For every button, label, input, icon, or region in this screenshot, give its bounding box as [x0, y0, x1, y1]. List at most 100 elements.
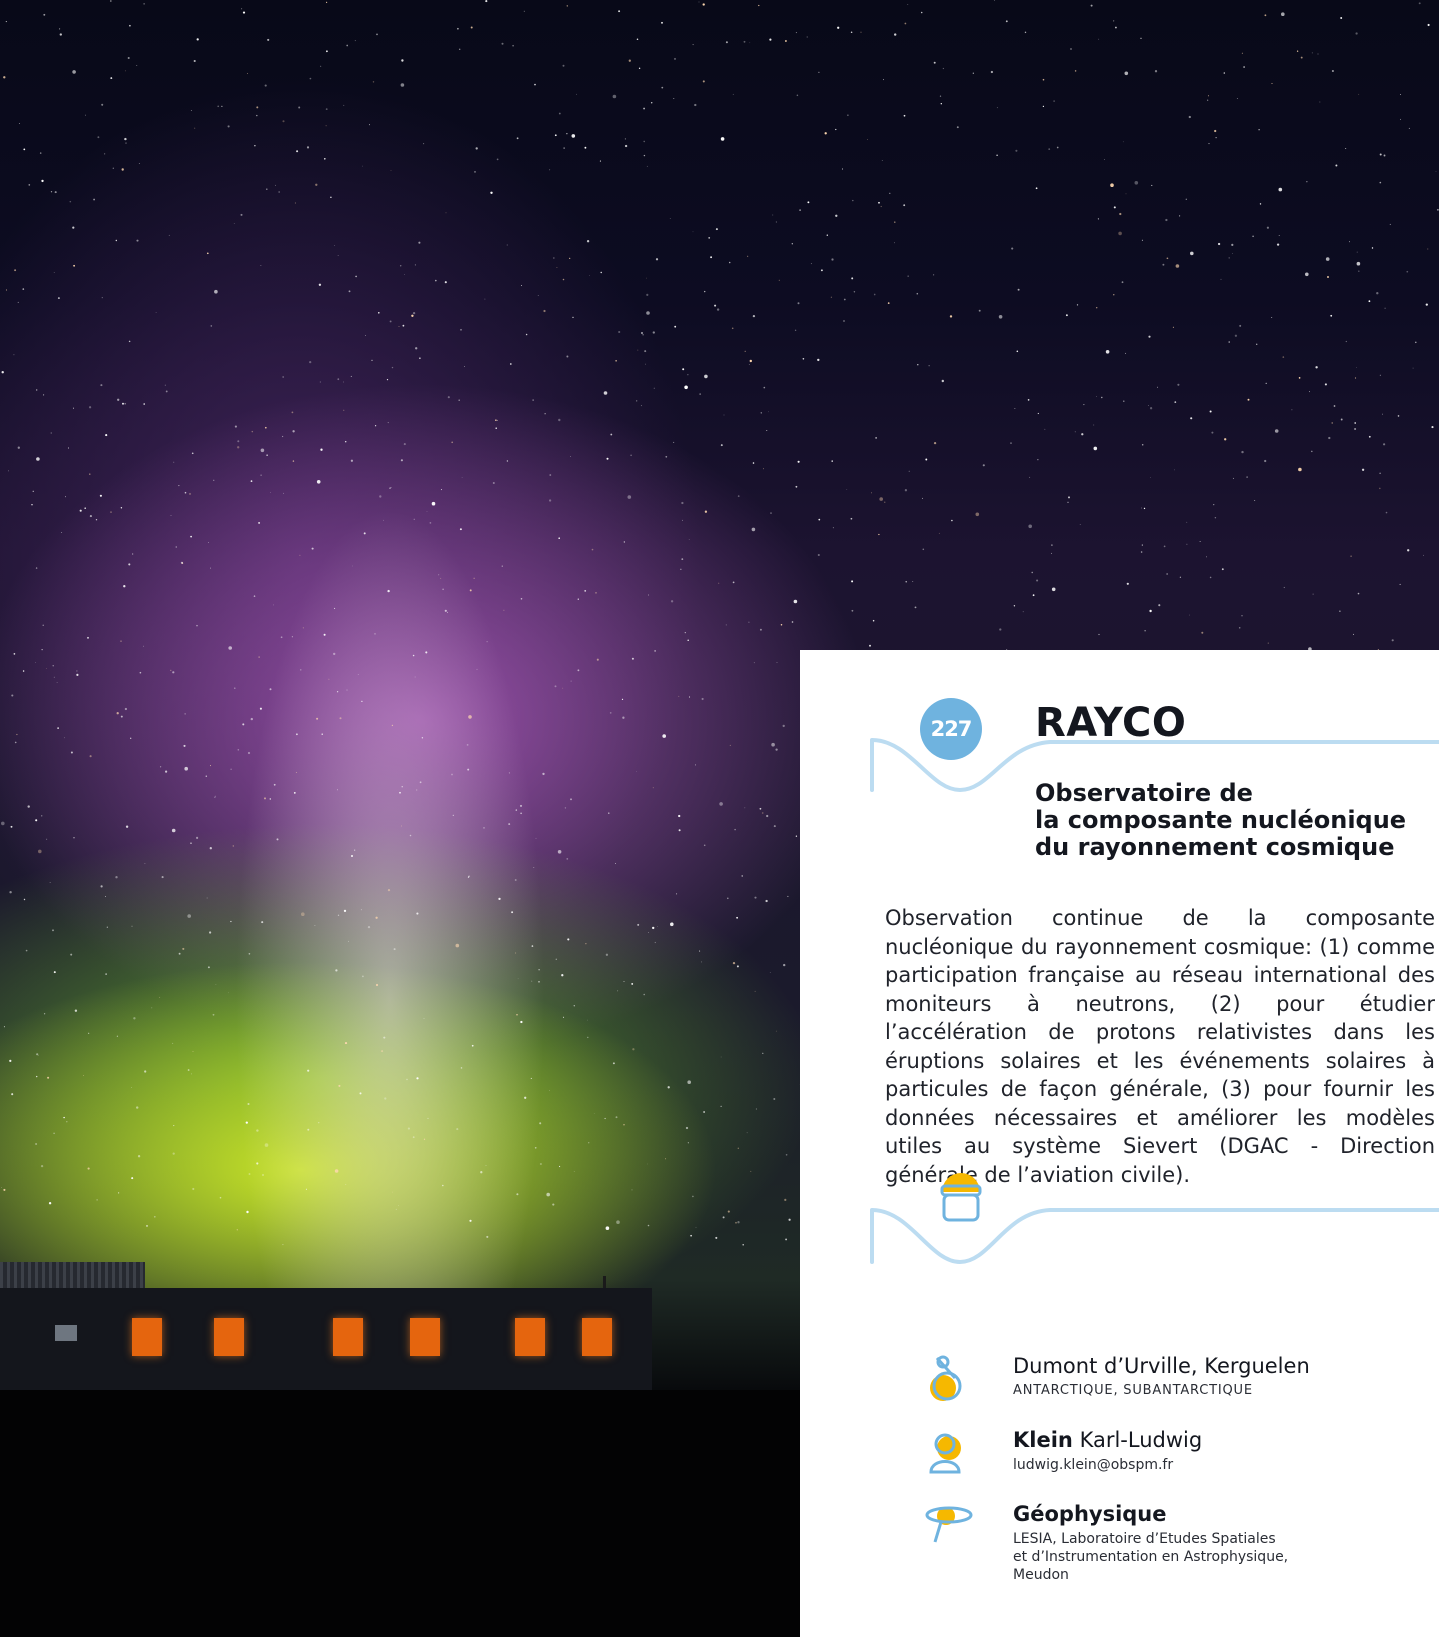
star	[247, 751, 251, 755]
star	[1105, 350, 1110, 354]
star	[292, 460, 295, 462]
star	[1228, 257, 1230, 259]
star	[72, 407, 75, 409]
star	[128, 340, 131, 343]
star	[645, 363, 646, 365]
star	[665, 455, 668, 458]
star	[878, 201, 880, 204]
star	[1224, 438, 1227, 441]
star	[531, 945, 534, 947]
star	[784, 1198, 787, 1202]
star	[763, 468, 764, 470]
star	[791, 243, 793, 245]
star	[1050, 552, 1053, 554]
record-number-badge: 227	[920, 698, 982, 760]
star	[1239, 324, 1242, 327]
star	[648, 594, 650, 596]
star	[517, 978, 519, 980]
star	[1067, 496, 1071, 499]
star	[316, 480, 321, 484]
star	[1231, 243, 1234, 247]
star	[516, 1193, 519, 1196]
star	[628, 59, 631, 62]
star	[323, 633, 326, 636]
star	[1140, 507, 1142, 509]
star	[572, 316, 574, 319]
star	[452, 814, 454, 817]
star	[1083, 404, 1085, 406]
star	[336, 691, 339, 693]
star	[1028, 524, 1032, 529]
star	[191, 1073, 192, 1075]
star	[747, 255, 749, 257]
star	[879, 497, 883, 501]
star	[704, 374, 708, 379]
star	[245, 1121, 248, 1124]
star	[687, 639, 689, 642]
contact-email[interactable]: ludwig.klein@obspm.fr	[1013, 1456, 1173, 1474]
star	[807, 201, 810, 204]
location-region: ANTARCTIQUE, SUBANTARCTIQUE	[1013, 1383, 1253, 1398]
star	[485, 0, 488, 3]
star	[771, 742, 775, 747]
star	[818, 71, 820, 74]
star	[769, 972, 771, 973]
star	[748, 621, 750, 623]
star	[485, 1165, 487, 1166]
star	[1331, 422, 1333, 424]
star	[299, 554, 301, 556]
star	[604, 1117, 606, 1120]
star	[259, 707, 262, 710]
star	[562, 278, 565, 281]
star	[508, 772, 510, 774]
star	[549, 474, 552, 476]
star	[67, 447, 69, 449]
star	[354, 849, 356, 851]
star	[1271, 317, 1273, 318]
star	[426, 510, 428, 512]
location-pin-icon	[930, 1355, 962, 1401]
star	[646, 277, 647, 279]
star	[922, 497, 923, 499]
star	[73, 837, 75, 839]
star	[1412, 367, 1414, 369]
star	[143, 3, 145, 5]
star	[543, 309, 546, 313]
star	[835, 128, 837, 131]
star	[142, 645, 144, 647]
star	[362, 975, 364, 978]
record-panel: 227 RAYCO Observatoire de la composante …	[800, 650, 1439, 1637]
star	[682, 368, 685, 371]
star	[109, 0, 112, 2]
star	[251, 430, 254, 433]
star	[256, 1129, 259, 1132]
star	[780, 623, 783, 626]
star	[688, 539, 690, 540]
star	[464, 366, 465, 367]
star	[837, 26, 840, 29]
star	[39, 152, 42, 154]
star	[121, 168, 124, 171]
star	[627, 495, 632, 499]
star	[744, 807, 746, 809]
star	[520, 598, 523, 600]
star	[469, 1219, 472, 1222]
star	[552, 1203, 555, 1206]
star	[884, 501, 886, 503]
star	[260, 474, 262, 476]
star	[1124, 71, 1129, 76]
star	[570, 798, 572, 801]
star	[5, 289, 7, 291]
star	[795, 835, 798, 837]
star	[1265, 382, 1267, 385]
star	[35, 567, 38, 569]
star	[371, 359, 373, 362]
star	[72, 70, 76, 74]
star	[806, 36, 808, 38]
star	[1356, 251, 1358, 253]
star	[622, 716, 625, 719]
star	[1427, 23, 1430, 27]
star	[1291, 409, 1293, 411]
star	[344, 1042, 348, 1045]
star	[1298, 377, 1301, 379]
